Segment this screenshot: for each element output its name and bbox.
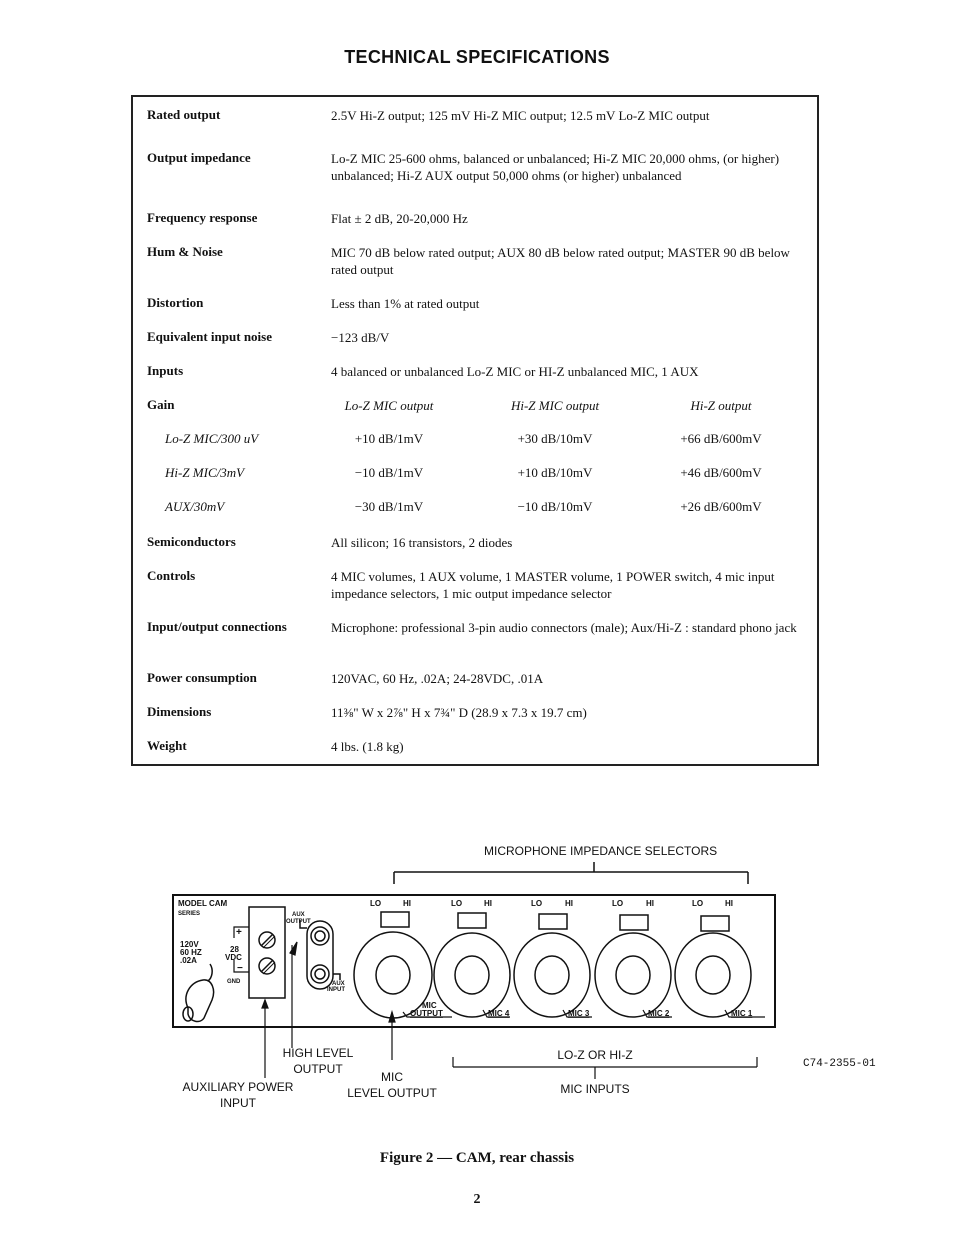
callout-line: MIC: [381, 1070, 403, 1084]
power-rating-line: .02A: [180, 956, 197, 965]
impedance-selector-mic4[interactable]: [457, 912, 487, 929]
lo-label: LO: [692, 899, 703, 908]
terminal-screw-icon: [258, 931, 276, 949]
callout-mic-level-output: MIC LEVEL OUTPUT: [340, 1069, 444, 1101]
hi-label: HI: [403, 899, 411, 908]
mic3-label: MIC 3: [568, 1009, 590, 1018]
power-cord-icon: [182, 963, 215, 1023]
connector-mic3[interactable]: [513, 932, 591, 1018]
mic2-label: MIC 2: [648, 1009, 670, 1018]
rear-chassis-figure: MODEL CAM SERIES 120V 60 HZ .02A + 28 VD…: [0, 0, 954, 1235]
minus-label: −: [237, 963, 243, 974]
hi-label: HI: [725, 899, 733, 908]
model-label: MODEL CAM: [178, 899, 228, 908]
mic-output-label: OUTPUT: [410, 1009, 443, 1018]
impedance-selectors-bracket: [393, 862, 749, 884]
connector-mic1[interactable]: [674, 932, 752, 1018]
figure-caption: Figure 2 — CAM, rear chassis: [379, 1150, 575, 1166]
dc-label: VDC: [225, 953, 242, 962]
callout-impedance-selectors: MICROPHONE IMPEDANCE SELECTORS: [484, 844, 718, 858]
aux-output-label: AUX: [292, 912, 305, 918]
series-label: SERIES: [178, 911, 200, 917]
callout-mic-inputs: MIC INPUTS: [560, 1082, 630, 1096]
impedance-selector-mic-output[interactable]: [380, 911, 410, 928]
mic4-label: MIC 4: [488, 1009, 510, 1018]
connector-mic2[interactable]: [594, 932, 672, 1018]
impedance-selector-mic3[interactable]: [538, 913, 568, 930]
aux-input-label: INPUT: [327, 987, 345, 993]
figure-code: C74-2355-01: [803, 1058, 876, 1070]
callout-line: LEVEL OUTPUT: [347, 1086, 437, 1100]
terminal-block: [248, 906, 286, 999]
callout-line: HIGH LEVEL: [282, 1046, 354, 1060]
aux-output-label: OUTPUT: [286, 919, 311, 925]
chassis-diagram: MODEL CAM SERIES 120V 60 HZ .02A + 28 VD…: [172, 862, 776, 1079]
xlr-connectors: [353, 931, 752, 1019]
gnd-label: GND: [227, 979, 241, 985]
callout-auxiliary-power-input: AUXILIARY POWER INPUT: [176, 1079, 300, 1111]
connector-mic-output[interactable]: [353, 931, 433, 1019]
hi-label: HI: [484, 899, 492, 908]
impedance-selector-switches: [380, 911, 730, 932]
page-number: 2: [473, 1192, 481, 1207]
impedance-selector-mic1[interactable]: [700, 915, 730, 932]
hi-label: HI: [565, 899, 573, 908]
lo-label: LO: [370, 899, 381, 908]
lo-label: LO: [612, 899, 623, 908]
lo-label: LO: [531, 899, 542, 908]
mic1-label: MIC 1: [731, 1009, 753, 1018]
impedance-selector-mic2[interactable]: [619, 914, 649, 931]
aux-jack-panel: [299, 920, 341, 990]
terminal-screw-icon: [258, 957, 276, 975]
callout-lo-hi-z: LO-Z OR HI-Z: [557, 1048, 633, 1062]
callout-line: INPUT: [220, 1096, 256, 1110]
callout-line: AUXILIARY POWER: [182, 1080, 294, 1094]
connector-mic4[interactable]: [433, 932, 511, 1018]
hi-label: HI: [646, 899, 654, 908]
lo-label: LO: [451, 899, 462, 908]
plus-label: +: [236, 927, 242, 938]
